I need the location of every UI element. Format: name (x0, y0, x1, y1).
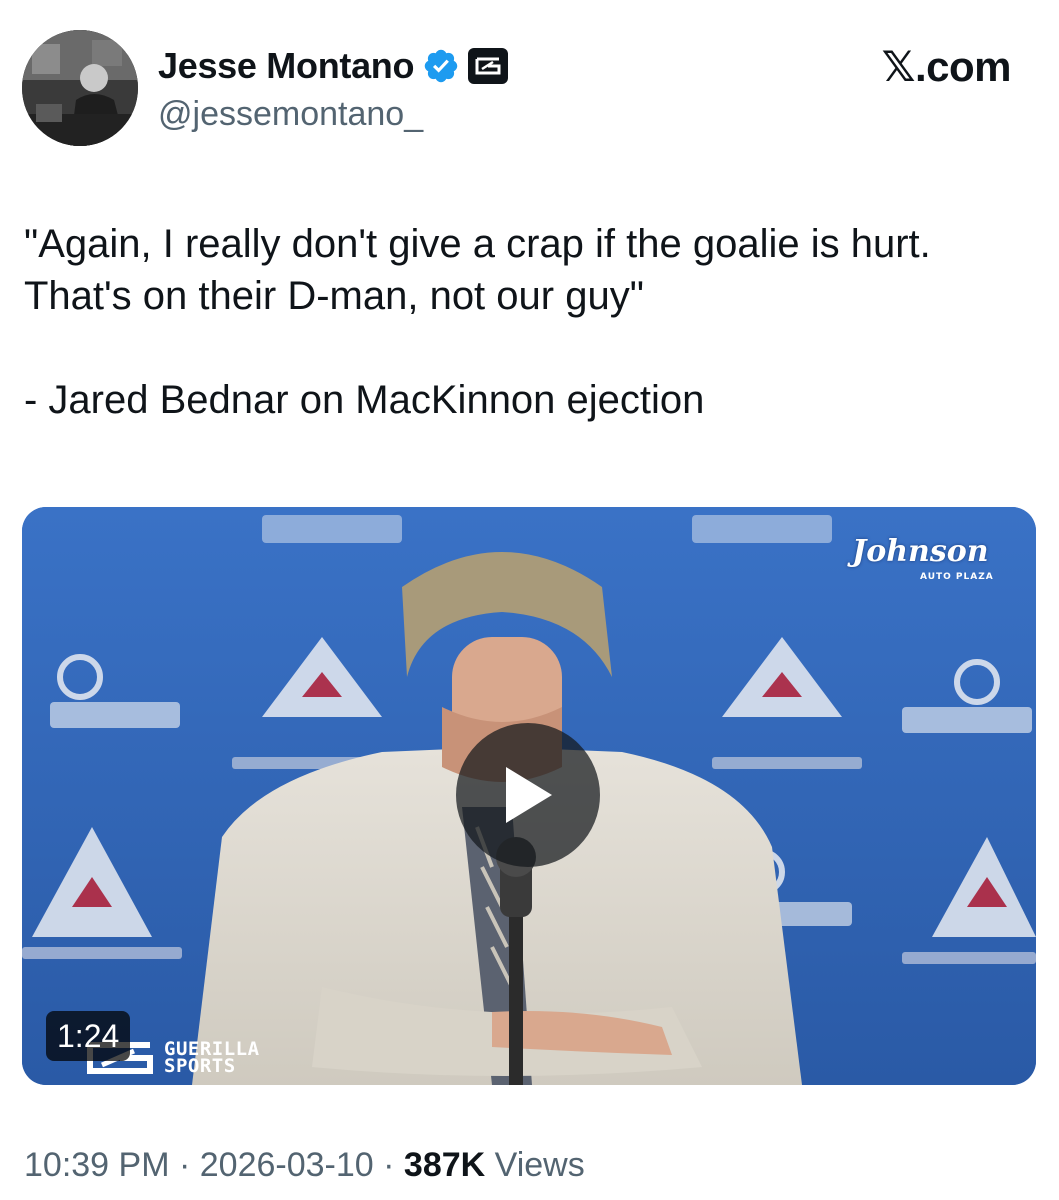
meta-separator: · (178, 1146, 191, 1184)
author-name-row: Jesse Montano (158, 44, 509, 88)
tweet-attribution-line: - Jared Bednar on MacKinnon ejection (24, 378, 705, 422)
play-button[interactable] (456, 723, 600, 867)
tweet-quote-line: "Again, I really don't give a crap if th… (24, 222, 931, 318)
views-count[interactable]: 387K (404, 1146, 485, 1184)
tweet-meta: 10:39 PM · 2026-03-10 · 387K Views (24, 1146, 585, 1185)
tweet-card: Jesse Montano @jessemontano_ 𝕏.com "Agai… (0, 0, 1059, 1200)
video-player[interactable]: GUERILLA SPORTS (22, 507, 1036, 1085)
guerilla-sports-text: GUERILLA SPORTS (164, 1038, 260, 1077)
author-display-name[interactable]: Jesse Montano (158, 45, 414, 87)
tweet-time[interactable]: 10:39 PM (24, 1146, 170, 1184)
play-icon (506, 767, 552, 823)
johnson-auto-plaza-watermark: Johnson AUTO PLAZA (836, 530, 1012, 590)
avatar-photo (22, 30, 138, 146)
tweet-text: "Again, I really don't give a crap if th… (24, 218, 1034, 426)
views-label: Views (494, 1146, 585, 1184)
avatar[interactable] (22, 30, 138, 146)
johnson-logo-text: Johnson (852, 534, 989, 569)
video-duration-badge: 1:24 (46, 1011, 131, 1061)
verified-badge-icon (422, 47, 460, 85)
tweet-date[interactable]: 2026-03-10 (200, 1146, 374, 1184)
guerilla-sports-badge-icon[interactable] (468, 48, 509, 84)
meta-separator: · (383, 1146, 395, 1184)
johnson-logo-subtext: AUTO PLAZA (920, 572, 994, 582)
source-label: 𝕏.com (881, 43, 1012, 90)
author-handle[interactable]: @jessemontano_ (158, 95, 423, 134)
